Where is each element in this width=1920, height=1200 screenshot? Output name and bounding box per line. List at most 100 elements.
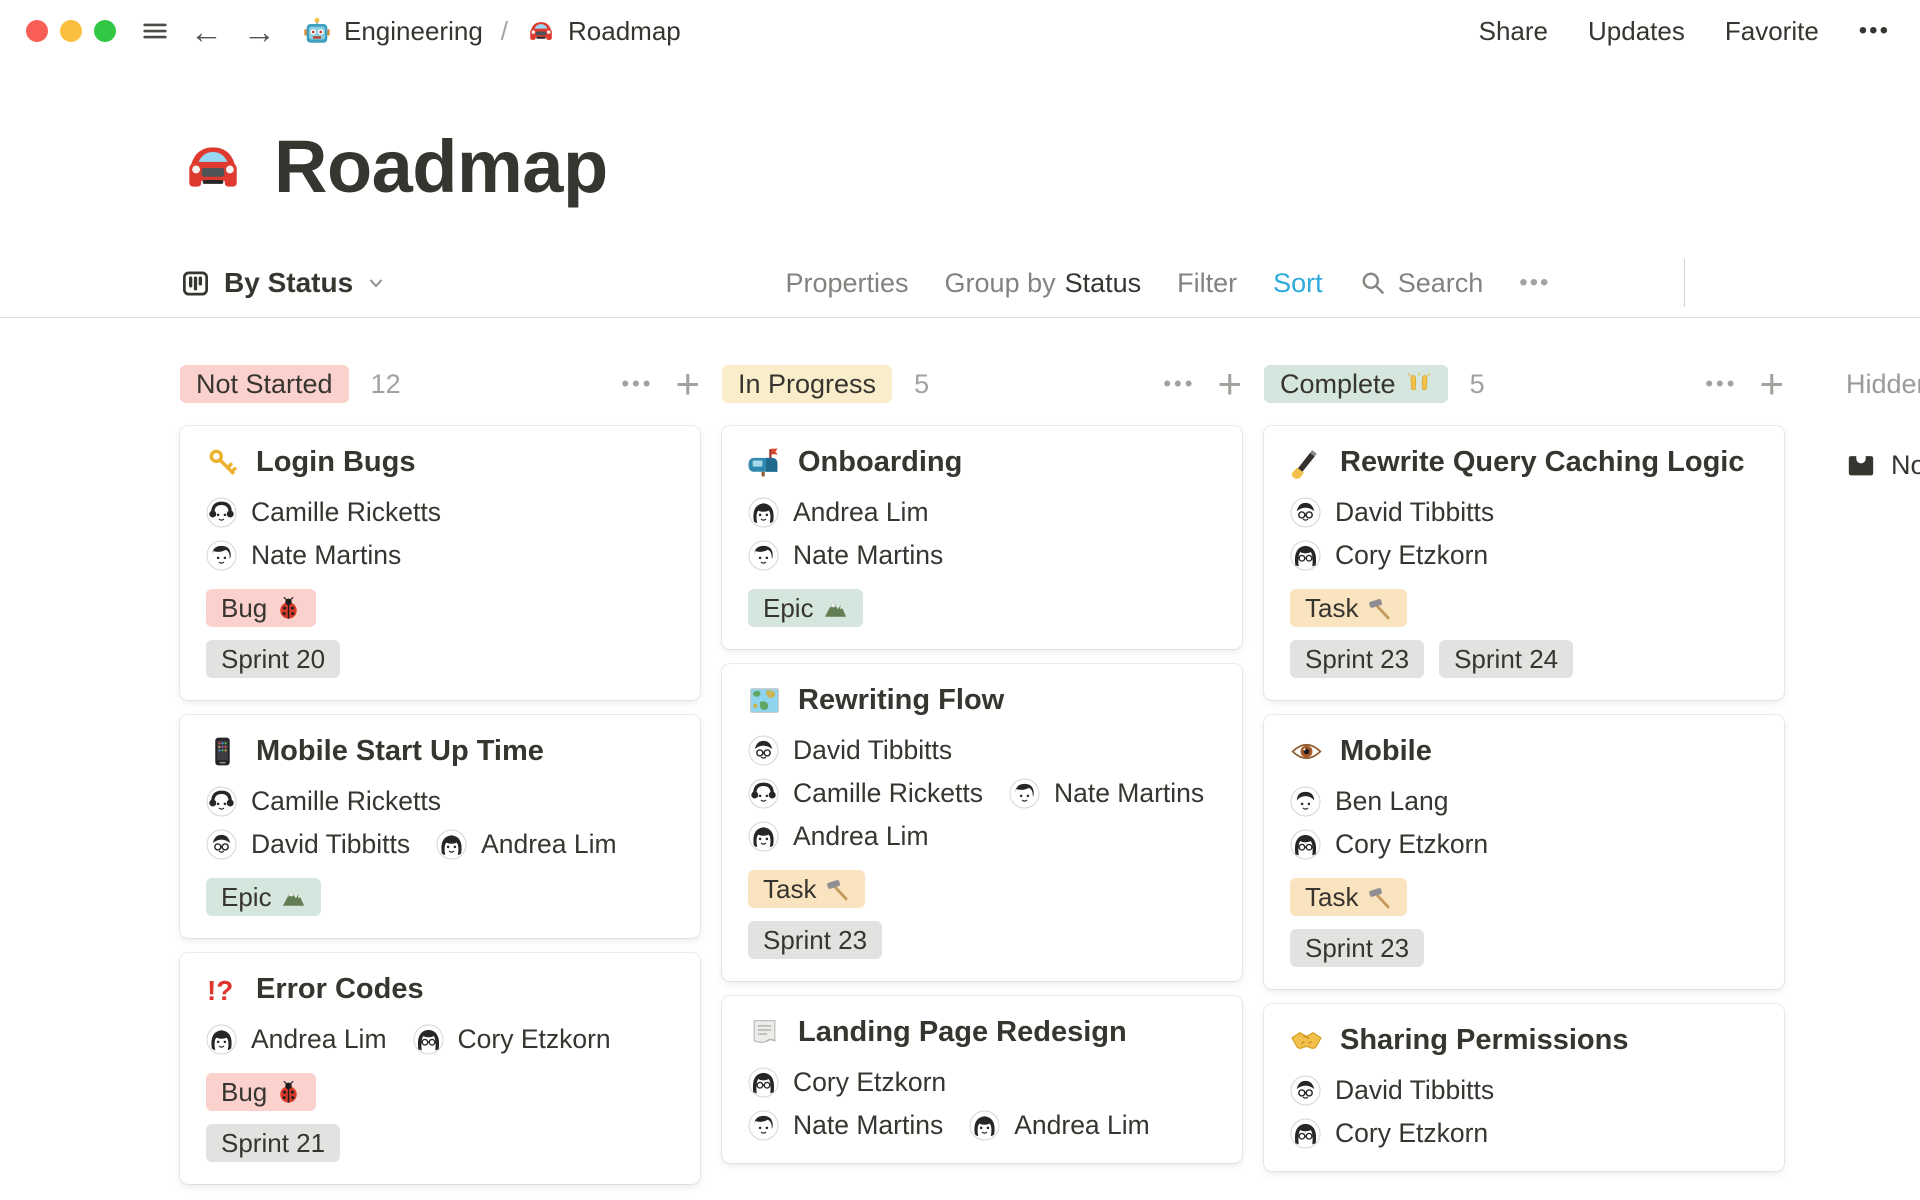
tag-badge: Epic bbox=[206, 878, 321, 916]
tag-label: Epic bbox=[221, 881, 272, 912]
card-title-text: Login Bugs bbox=[256, 446, 416, 478]
new-button-label[interactable]: New bbox=[1586, 259, 1684, 307]
board-card[interactable]: Sharing Permissions David Tibbitts Cory Et… bbox=[1264, 1004, 1784, 1171]
handshake-icon bbox=[1290, 1024, 1323, 1057]
interrobang-icon: !? bbox=[206, 973, 239, 1006]
assignee-name: Cory Etzkorn bbox=[457, 1024, 611, 1054]
avatar bbox=[413, 1024, 444, 1055]
new-button[interactable]: New bbox=[1586, 259, 1728, 307]
board-card[interactable]: Mobile Start Up Time Camille Ricketts Davi… bbox=[180, 715, 700, 938]
assignee: Camille Ricketts bbox=[206, 786, 441, 817]
card-title: Mobile bbox=[1290, 735, 1758, 768]
column-in-progress: In Progress 5 ••• + Onboarding Andrea Lim… bbox=[722, 363, 1242, 1163]
column-status-badge[interactable]: Complete bbox=[1264, 365, 1448, 403]
hamburger-menu-icon[interactable] bbox=[140, 16, 170, 46]
page-header: Roadmap bbox=[180, 124, 1920, 209]
assignee-name: David Tibbitts bbox=[1335, 1075, 1495, 1105]
column-add-icon[interactable]: + bbox=[1759, 363, 1784, 404]
more-options-icon[interactable]: ••• bbox=[1859, 17, 1890, 45]
assignee-row: Ben Lang bbox=[1290, 786, 1758, 817]
red-car-icon bbox=[526, 16, 556, 46]
assignee: Ben Lang bbox=[1290, 786, 1448, 817]
assignee-name: Camille Ricketts bbox=[251, 497, 441, 527]
share-button[interactable]: Share bbox=[1479, 16, 1548, 47]
forward-arrow-icon[interactable]: → bbox=[243, 15, 276, 48]
assignee-name: Camille Ricketts bbox=[793, 778, 983, 808]
board-card[interactable]: Landing Page Redesign Cory Etzkorn Nate Ma… bbox=[722, 996, 1242, 1163]
topbar-actions: Share Updates Favorite ••• bbox=[1479, 16, 1890, 47]
view-switcher[interactable]: By Status bbox=[180, 267, 386, 299]
board-card[interactable]: Rewriting Flow David Tibbitts Camille Rick… bbox=[722, 664, 1242, 981]
close-window-button[interactable] bbox=[26, 20, 48, 42]
board-card[interactable]: Rewrite Query Caching Logic David Tibbitt… bbox=[1264, 426, 1784, 700]
tag-badge: Task bbox=[1290, 878, 1408, 916]
tag-row: Sprint 20 bbox=[206, 640, 674, 678]
board-card[interactable]: Onboarding Andrea Lim Nate Martins Epic bbox=[722, 426, 1242, 649]
avatar bbox=[1290, 786, 1321, 817]
avatar bbox=[969, 1110, 1000, 1141]
avatar bbox=[206, 497, 237, 528]
assignee-row: David Tibbitts bbox=[748, 735, 1216, 766]
assignee-name: Nate Martins bbox=[1053, 778, 1205, 808]
toolbar-more-icon[interactable]: ••• bbox=[1519, 269, 1550, 297]
zoom-window-button[interactable] bbox=[94, 20, 116, 42]
board-card[interactable]: !? Error Codes Andrea Lim Cory Etzkorn Bug Sp… bbox=[180, 953, 700, 1184]
avatar bbox=[1290, 1118, 1321, 1149]
breadcrumb-item-roadmap[interactable]: Roadmap bbox=[526, 16, 681, 47]
group-by-button[interactable]: Group by Status bbox=[945, 268, 1142, 299]
assignee: David Tibbitts bbox=[1290, 1075, 1494, 1106]
column-cards: Onboarding Andrea Lim Nate Martins Epic Rewr… bbox=[722, 426, 1242, 1163]
tag-label: Sprint 23 bbox=[1305, 643, 1410, 674]
column-add-icon[interactable]: + bbox=[1217, 363, 1242, 404]
updates-button[interactable]: Updates bbox=[1588, 16, 1685, 47]
eye-icon bbox=[1290, 735, 1323, 768]
minimize-window-button[interactable] bbox=[60, 20, 82, 42]
column-cards: Login Bugs Camille Ricketts Nate Martins Bu… bbox=[180, 426, 700, 1184]
assignee-row: David Tibbitts bbox=[1290, 1075, 1758, 1106]
svg-text:!?: !? bbox=[207, 975, 233, 1006]
mountain-icon bbox=[823, 596, 848, 621]
card-title: Onboarding bbox=[748, 446, 1216, 479]
column-status-label: In Progress bbox=[738, 368, 877, 399]
board-card[interactable]: Login Bugs Camille Ricketts Nate Martins Bu… bbox=[180, 426, 700, 700]
column-more-icon[interactable]: ••• bbox=[621, 371, 653, 397]
assignee: Nate Martins bbox=[1009, 778, 1204, 809]
assignee-row: Cory Etzkorn bbox=[1290, 829, 1758, 860]
search-button[interactable]: Search bbox=[1359, 268, 1483, 299]
favorite-button[interactable]: Favorite bbox=[1725, 16, 1819, 47]
tag-row: Epic bbox=[748, 589, 1216, 627]
assignee-name: Andrea Lim bbox=[251, 1024, 387, 1054]
assignee-row: Nate Martins bbox=[206, 540, 674, 571]
assignee-row: Cory Etzkorn bbox=[1290, 540, 1758, 571]
column-add-icon[interactable]: + bbox=[675, 363, 700, 404]
kanban-board: Not Started 12 ••• + Login Bugs Camille R… bbox=[0, 318, 1920, 1184]
card-title-text: Sharing Permissions bbox=[1340, 1024, 1629, 1056]
assignee: Andrea Lim bbox=[436, 829, 617, 860]
assignee: Cory Etzkorn bbox=[1290, 1118, 1488, 1149]
back-arrow-icon[interactable]: ← bbox=[190, 15, 223, 48]
chevron-down-icon bbox=[366, 273, 386, 293]
assignee: Andrea Lim bbox=[748, 497, 929, 528]
assignee-name: David Tibbitts bbox=[793, 735, 953, 765]
filter-button[interactable]: Filter bbox=[1177, 268, 1237, 299]
column-more-icon[interactable]: ••• bbox=[1705, 371, 1737, 397]
card-title: Sharing Permissions bbox=[1290, 1024, 1758, 1057]
assignee-name: Andrea Lim bbox=[793, 821, 929, 851]
new-dropdown-button[interactable] bbox=[1684, 259, 1728, 307]
view-toolbar: By Status Properties Group by Status Fil… bbox=[0, 259, 1920, 318]
tag-label: Epic bbox=[763, 592, 814, 623]
board-card[interactable]: Mobile Ben Lang Cory Etzkorn Task Sprint 23 bbox=[1264, 715, 1784, 989]
hidden-groups-label[interactable]: Hidden bbox=[1846, 364, 1920, 404]
column-status-badge[interactable]: Not Started bbox=[180, 365, 349, 403]
writing-hand-icon bbox=[1290, 446, 1323, 479]
column-count: 5 bbox=[914, 368, 930, 399]
assignee-row: Andrea Lim bbox=[748, 497, 1216, 528]
column-status-badge[interactable]: In Progress bbox=[722, 365, 893, 403]
column-header: Complete 5 ••• + bbox=[1264, 363, 1784, 404]
properties-button[interactable]: Properties bbox=[785, 268, 908, 299]
column-more-icon[interactable]: ••• bbox=[1163, 371, 1195, 397]
sort-button[interactable]: Sort bbox=[1273, 268, 1323, 299]
hidden-group-no-status[interactable]: No bbox=[1846, 450, 1920, 481]
assignee-row: Andrea Lim Cory Etzkorn bbox=[206, 1024, 674, 1055]
breadcrumb-item-engineering[interactable]: Engineering bbox=[302, 16, 483, 47]
